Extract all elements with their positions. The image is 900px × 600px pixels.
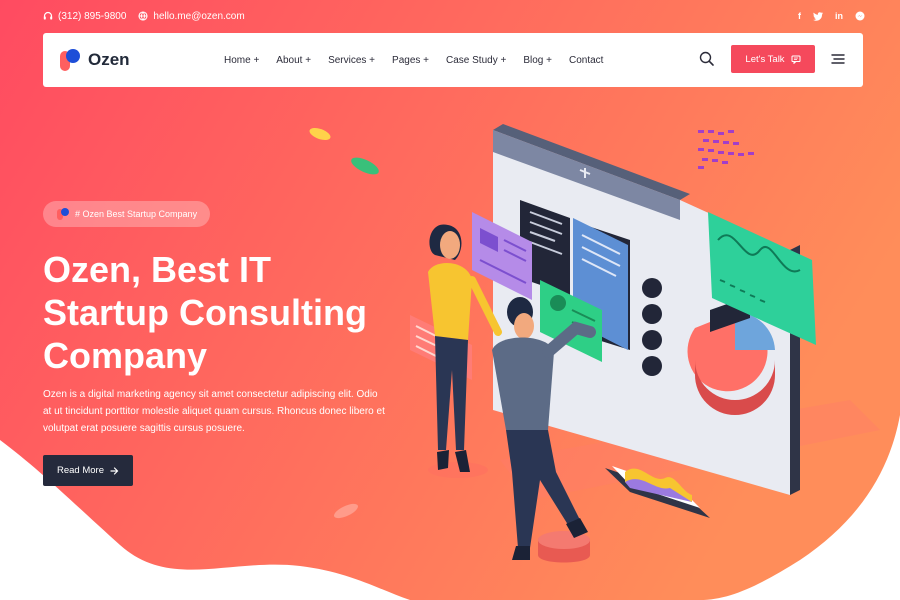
email-contact[interactable]: hello.me@ozen.com (138, 10, 245, 22)
arrow-right-icon (110, 466, 119, 475)
search-icon[interactable] (699, 51, 715, 67)
headline-line-2: Startup Consulting (43, 292, 367, 333)
nav-item-contact[interactable]: Contact (569, 55, 603, 66)
phone-contact[interactable]: (312) 895-9800 (43, 11, 126, 22)
nav-menu: Home + About + Services + Pages + Case S… (224, 33, 603, 87)
hero-badge-text: # Ozen Best Startup Company (75, 209, 198, 219)
nav-item-blog[interactable]: Blog + (523, 55, 552, 66)
facebook-icon[interactable]: f (798, 11, 801, 21)
lets-talk-button[interactable]: Let's Talk (731, 45, 815, 73)
headline-line-3: Company (43, 335, 208, 376)
nav-item-services[interactable]: Services + (328, 55, 375, 66)
headline-line-1: Ozen, Best IT (43, 249, 272, 290)
nav-item-pages[interactable]: Pages + (392, 55, 429, 66)
email-address: hello.me@ozen.com (153, 10, 245, 22)
globe-icon (138, 11, 148, 21)
lets-talk-label: Let's Talk (745, 53, 785, 65)
hero-headline: Ozen, Best IT Startup Consulting Company (43, 248, 403, 377)
linkedin-icon[interactable]: in (835, 11, 843, 21)
read-more-label: Read More (57, 465, 104, 476)
ozen-logo-icon (60, 49, 82, 71)
headset-icon (43, 11, 53, 20)
read-more-button[interactable]: Read More (43, 455, 133, 486)
hero-badge: # Ozen Best Startup Company (43, 201, 210, 227)
nav-item-about[interactable]: About + (276, 55, 311, 66)
nav-item-case-study[interactable]: Case Study + (446, 55, 506, 66)
ozen-logo-icon (57, 208, 70, 220)
nav-item-home[interactable]: Home + (224, 55, 259, 66)
messenger-icon[interactable] (855, 11, 865, 21)
twitter-icon[interactable] (813, 11, 823, 21)
hero-illustration (410, 124, 880, 563)
main-navbar: Ozen Home + About + Services + Pages + C… (43, 33, 863, 87)
brand-name: Ozen (88, 50, 130, 69)
phone-number: (312) 895-9800 (58, 10, 127, 22)
top-contact-bar: (312) 895-9800 hello.me@ozen.com f in (43, 9, 865, 23)
hero-description: Ozen is a digital marketing agency sit a… (43, 389, 385, 434)
hamburger-menu-icon[interactable] (831, 54, 845, 64)
brand-logo[interactable]: Ozen (60, 49, 130, 71)
dot-pattern (698, 130, 754, 169)
chat-icon (791, 55, 801, 64)
